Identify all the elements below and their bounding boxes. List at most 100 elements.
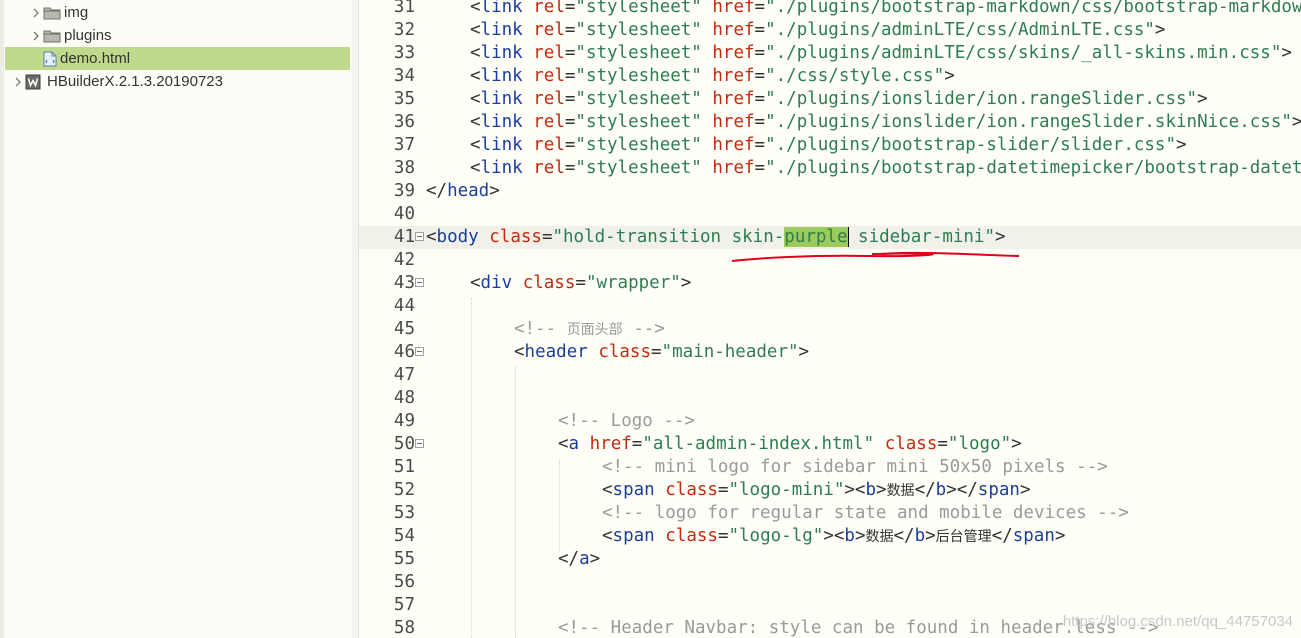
- code-token: =: [564, 0, 576, 17]
- code-token: "./plugins/ionslider/ion.rangeSlider.ski…: [765, 112, 1292, 132]
- code-token: =: [651, 342, 662, 362]
- code-line[interactable]: 52 <span class="logo-mini"><b>数据</b></spa…: [359, 479, 1301, 502]
- code-line[interactable]: 36 <link rel="stylesheet" href="./plugins…: [359, 111, 1301, 134]
- line-number: 58: [393, 618, 415, 638]
- tree-item-plugins[interactable]: plugins: [5, 24, 350, 47]
- fold-toggle-icon[interactable]: [415, 347, 424, 356]
- code-line[interactable]: 50 <a href="all-admin-index.html" class="…: [359, 433, 1301, 456]
- code-text: <span class="logo-mini"><b>数据</b></span>: [426, 479, 1031, 503]
- code-line[interactable]: 55 </a>: [359, 548, 1301, 571]
- code-token: ><: [823, 526, 845, 546]
- folder-icon: [43, 29, 61, 43]
- code-editor[interactable]: 31 <link rel="stylesheet" href="./plugins…: [359, 0, 1301, 638]
- code-line[interactable]: 56: [359, 571, 1301, 594]
- code-token: span: [612, 526, 655, 546]
- code-line[interactable]: 47: [359, 364, 1301, 387]
- code-token: <: [470, 112, 481, 132]
- code-token: class: [884, 434, 938, 454]
- code-line[interactable]: 53 <!-- logo for regular state and mobile…: [359, 502, 1301, 525]
- code-line[interactable]: 49 <!-- Logo -->: [359, 410, 1301, 433]
- panel-splitter[interactable]: [352, 0, 359, 638]
- code-line[interactable]: 48: [359, 387, 1301, 410]
- code-token: rel: [533, 112, 565, 132]
- code-token: a: [579, 549, 590, 569]
- code-token: </: [558, 549, 580, 569]
- code-line[interactable]: 39 </head>: [359, 180, 1301, 203]
- code-line[interactable]: 37 <link rel="stylesheet" href="./plugins…: [359, 134, 1301, 157]
- code-line[interactable]: 41 <body class="hold-transition skin-purp…: [359, 226, 1301, 249]
- tree-item-demo-html[interactable]: demo.html: [5, 47, 350, 70]
- code-token: href: [712, 20, 755, 40]
- project-explorer: img plugins demo.html HBuilderX.2.1.3.20…: [0, 0, 353, 638]
- code-line[interactable]: 54 <span class="logo-lg"><b>数据</b>后台管理</s…: [359, 525, 1301, 548]
- code-token: <: [470, 158, 481, 178]
- tree-item-project[interactable]: HBuilderX.2.1.3.20190723: [5, 70, 350, 93]
- code-token: >: [1154, 20, 1166, 40]
- code-token: <: [558, 434, 569, 454]
- code-line[interactable]: 40: [359, 203, 1301, 226]
- code-token: class: [665, 480, 718, 500]
- code-line[interactable]: 43 <div class="wrapper">: [359, 272, 1301, 295]
- code-line[interactable]: 33 <link rel="stylesheet" href="./plugins…: [359, 42, 1301, 65]
- line-number: 50: [393, 434, 415, 454]
- watermark: https://blog.csdn.net/qq_44757034: [1062, 613, 1293, 630]
- code-line[interactable]: 34 <link rel="stylesheet" href="./css/sty…: [359, 65, 1301, 88]
- line-number: 42: [393, 250, 415, 270]
- code-token: =: [754, 43, 766, 63]
- chevron-right-icon[interactable]: [11, 70, 25, 93]
- code-token: <: [470, 43, 481, 63]
- code-token: =: [754, 66, 766, 86]
- code-token: rel: [533, 0, 565, 17]
- code-token: href: [712, 66, 755, 86]
- code-line[interactable]: 42: [359, 249, 1301, 272]
- code-token: "./plugins/ionslider/ion.rangeSlider.css…: [765, 89, 1198, 109]
- fold-toggle-icon[interactable]: [415, 232, 424, 241]
- code-line[interactable]: 32 <link rel="stylesheet" href="./plugins…: [359, 19, 1301, 42]
- code-line[interactable]: 38 <link rel="stylesheet" href="./plugins…: [359, 157, 1301, 180]
- chevron-right-icon[interactable]: [29, 1, 43, 24]
- code-token: =: [754, 112, 766, 132]
- code-token: link: [480, 112, 523, 132]
- code-token: "stylesheet": [575, 135, 702, 155]
- code-token: "./plugins/adminLTE/css/AdminLTE.css": [765, 20, 1155, 40]
- tree-item-img[interactable]: img: [5, 1, 350, 24]
- code-token: <: [426, 227, 437, 247]
- line-number: 39: [393, 181, 415, 201]
- code-token: >: [1197, 89, 1208, 109]
- html-file-icon: [43, 51, 57, 67]
- code-token: =: [564, 112, 576, 132]
- code-line[interactable]: 45 <!-- 页面头部 -->: [359, 318, 1301, 341]
- code-token: >: [944, 66, 955, 86]
- code-token: "stylesheet": [575, 0, 702, 17]
- code-token: =: [754, 135, 766, 155]
- fold-toggle-icon[interactable]: [415, 439, 424, 448]
- code-token: class: [522, 273, 576, 293]
- code-token: =: [564, 158, 576, 178]
- folder-icon: [43, 6, 61, 20]
- code-token: >: [680, 273, 692, 293]
- code-token: <!-- logo for regular state and mobile d…: [602, 503, 1129, 523]
- line-number: 52: [393, 480, 415, 500]
- line-number: 40: [393, 204, 415, 224]
- tree-item-label: plugins: [64, 27, 112, 44]
- code-line[interactable]: 44: [359, 295, 1301, 318]
- code-line[interactable]: 31 <link rel="stylesheet" href="./plugins…: [359, 0, 1301, 19]
- chevron-right-icon[interactable]: [29, 24, 43, 47]
- project-icon: [25, 74, 41, 90]
- fold-toggle-icon[interactable]: [415, 278, 424, 287]
- code-line[interactable]: 46 <header class="main-header">: [359, 341, 1301, 364]
- code-token: =: [564, 66, 576, 86]
- code-token: class: [665, 526, 718, 546]
- code-token: 后台管理: [935, 529, 992, 545]
- code-line[interactable]: 51 <!-- mini logo for sidebar mini 50x50 …: [359, 456, 1301, 479]
- code-token: head: [447, 181, 490, 201]
- code-token: 数据: [886, 483, 915, 499]
- code-line[interactable]: 35 <link rel="stylesheet" href="./plugins…: [359, 88, 1301, 111]
- code-text: <a href="all-admin-index.html" class="lo…: [426, 433, 1022, 456]
